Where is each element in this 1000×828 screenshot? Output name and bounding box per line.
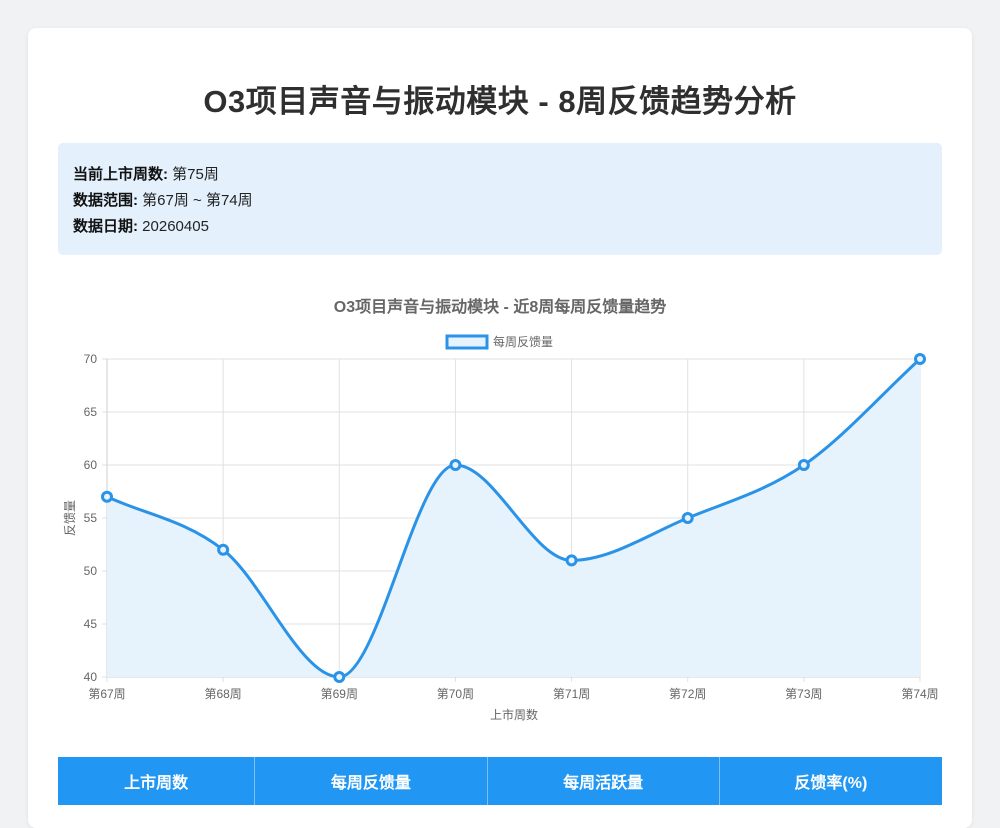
data-point[interactable]: [914, 353, 926, 365]
table-header-row: 上市周数 每周反馈量 每周活跃量 反馈率(%): [58, 757, 942, 805]
x-tick-label: 第72周: [669, 687, 706, 701]
page-title: O3项目声音与振动模块 - 8周反馈趋势分析: [203, 84, 797, 119]
info-label: 当前上市周数:: [73, 166, 168, 183]
data-point[interactable]: [101, 490, 113, 503]
y-axis-ticks: 70 65 60 55 50 45 40: [84, 352, 98, 684]
info-value: 20260405: [142, 218, 209, 235]
data-point[interactable]: [797, 459, 810, 471]
data-table: 上市周数 每周反馈量 每周活跃量 反馈率(%): [58, 757, 942, 805]
x-tick-label: 第70周: [437, 687, 474, 701]
x-tick-label: 第74周: [901, 687, 938, 701]
data-point[interactable]: [217, 543, 230, 556]
column-header-active[interactable]: 每周活跃量: [487, 757, 720, 805]
info-label: 数据范围:: [73, 192, 138, 209]
y-axis-label: 反馈量: [63, 500, 77, 536]
x-tick-label: 第67周: [88, 687, 125, 701]
data-point[interactable]: [449, 459, 462, 471]
column-header-feedback[interactable]: 每周反馈量: [254, 757, 488, 805]
x-tick-label: 第69周: [321, 687, 358, 701]
data-table-container: 上市周数 每周反馈量 每周活跃量 反馈率(%): [58, 757, 942, 805]
info-row-data-date: 数据日期: 20260405: [73, 214, 927, 240]
x-tick-label: 第68周: [204, 687, 241, 701]
legend-label: 每周反馈量: [493, 334, 553, 349]
y-tick-label: 50: [84, 564, 98, 578]
x-axis-ticks: 第67周 第68周 第69周 第70周 第71周 第72周 第73周 第74周: [88, 687, 938, 701]
data-point[interactable]: [681, 512, 694, 524]
data-point[interactable]: [333, 671, 346, 683]
legend-swatch: [445, 334, 489, 350]
chart-title: O3项目声音与振动模块 - 近8周每周反馈量趋势: [334, 297, 666, 316]
info-label: 数据日期:: [73, 218, 138, 235]
y-tick-label: 55: [84, 511, 98, 525]
info-panel: 当前上市周数: 第75周 数据范围: 第67周 ~ 第74周 数据日期: 202…: [58, 143, 942, 255]
data-point[interactable]: [565, 554, 578, 567]
y-tick-label: 60: [84, 458, 98, 472]
x-axis-label: 上市周数: [490, 707, 538, 722]
chart-container: O3项目声音与振动模块 - 近8周每周反馈量趋势 每周反馈量 70 65 60 55 5…: [58, 285, 942, 730]
y-tick-label: 65: [84, 405, 98, 419]
line-chart: O3项目声音与振动模块 - 近8周每周反馈量趋势 每周反馈量 70 65 60 55 5…: [63, 297, 939, 722]
info-row-current-week: 当前上市周数: 第75周: [73, 162, 927, 188]
info-value: 第67周 ~ 第74周: [142, 192, 253, 209]
info-value: 第75周: [172, 166, 219, 183]
x-tick-label: 第73周: [785, 687, 822, 701]
info-row-data-range: 数据范围: 第67周 ~ 第74周: [73, 188, 927, 214]
y-tick-label: 40: [84, 670, 98, 684]
y-tick-label: 70: [84, 352, 98, 366]
x-tick-label: 第71周: [553, 687, 590, 701]
y-tick-label: 45: [84, 617, 98, 631]
column-header-week[interactable]: 上市周数: [58, 757, 256, 805]
column-header-rate[interactable]: 反馈率(%): [719, 757, 942, 805]
chart-legend[interactable]: 每周反馈量: [445, 334, 553, 350]
